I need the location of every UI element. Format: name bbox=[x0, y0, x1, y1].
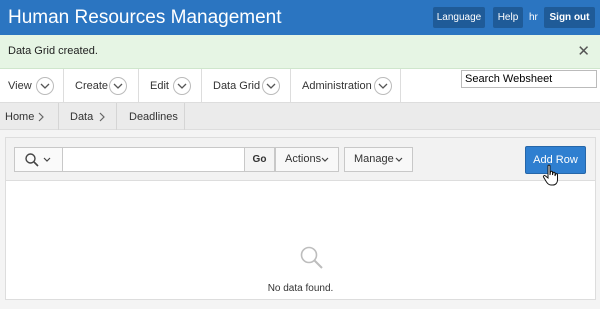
success-message-text: Data Grid created. bbox=[8, 45, 98, 57]
breadcrumb-item-deadlines[interactable]: Deadlines bbox=[117, 103, 185, 130]
search-column-button[interactable] bbox=[14, 147, 63, 172]
manage-label: Manage bbox=[354, 153, 394, 165]
actions-button[interactable]: Actions bbox=[275, 147, 339, 172]
menu-item-label: View bbox=[8, 80, 32, 92]
chevron-down-icon bbox=[395, 157, 403, 162]
chevron-right-icon bbox=[99, 112, 105, 122]
menu-item-data-grid[interactable]: Data Grid bbox=[202, 69, 291, 103]
chevron-down-icon bbox=[321, 157, 329, 162]
breadcrumb-label: Home bbox=[5, 111, 35, 123]
grid-search-input[interactable] bbox=[62, 147, 245, 172]
app-header: Human Resources Management Language Help… bbox=[0, 0, 600, 35]
search-websheet-input[interactable]: Search Websheet bbox=[461, 70, 597, 88]
search-icon bbox=[300, 246, 323, 269]
menu-item-create[interactable]: Create bbox=[64, 69, 139, 103]
hand-cursor-icon bbox=[542, 164, 558, 186]
menu-item-view[interactable]: View bbox=[0, 69, 64, 103]
help-button[interactable]: Help bbox=[493, 7, 523, 28]
close-icon[interactable]: ✕ bbox=[577, 43, 590, 61]
breadcrumb-label: Data bbox=[70, 111, 94, 123]
success-message: Data Grid created. ✕ bbox=[0, 35, 600, 69]
actions-label: Actions bbox=[285, 153, 322, 165]
menu-item-label: Administration bbox=[302, 80, 372, 92]
menu-item-label: Edit bbox=[150, 80, 169, 92]
search-icon bbox=[25, 153, 39, 167]
username-label: hr bbox=[529, 12, 538, 23]
chevron-down-icon[interactable] bbox=[262, 77, 280, 95]
chevron-right-icon bbox=[38, 112, 44, 122]
chevron-down-icon[interactable] bbox=[173, 77, 191, 95]
signout-button[interactable]: Sign out bbox=[544, 7, 595, 28]
menu-item-administration[interactable]: Administration bbox=[291, 69, 401, 103]
chevron-down-icon[interactable] bbox=[109, 77, 127, 95]
menu-item-edit[interactable]: Edit bbox=[139, 69, 202, 103]
breadcrumb-item-data[interactable]: Data bbox=[59, 103, 117, 130]
data-grid-region: Go Actions Manage Add Row No data found. bbox=[5, 137, 596, 300]
grid-toolbar: Go Actions Manage Add Row bbox=[6, 138, 595, 181]
menu-item-label: Create bbox=[75, 80, 109, 92]
manage-button[interactable]: Manage bbox=[344, 147, 413, 172]
app-title[interactable]: Human Resources Management bbox=[8, 7, 282, 29]
chevron-down-icon[interactable] bbox=[374, 77, 392, 95]
chevron-down-icon[interactable] bbox=[36, 77, 54, 95]
menu-item-label: Data Grid bbox=[213, 80, 261, 92]
breadcrumb-label: Deadlines bbox=[129, 111, 178, 123]
breadcrumb: Home Data Deadlines bbox=[0, 103, 600, 130]
go-button[interactable]: Go bbox=[244, 147, 275, 172]
language-button[interactable]: Language bbox=[433, 7, 485, 28]
breadcrumb-item-home[interactable]: Home bbox=[0, 103, 59, 130]
chevron-down-icon bbox=[43, 157, 51, 162]
no-data-message: No data found. bbox=[267, 283, 334, 294]
